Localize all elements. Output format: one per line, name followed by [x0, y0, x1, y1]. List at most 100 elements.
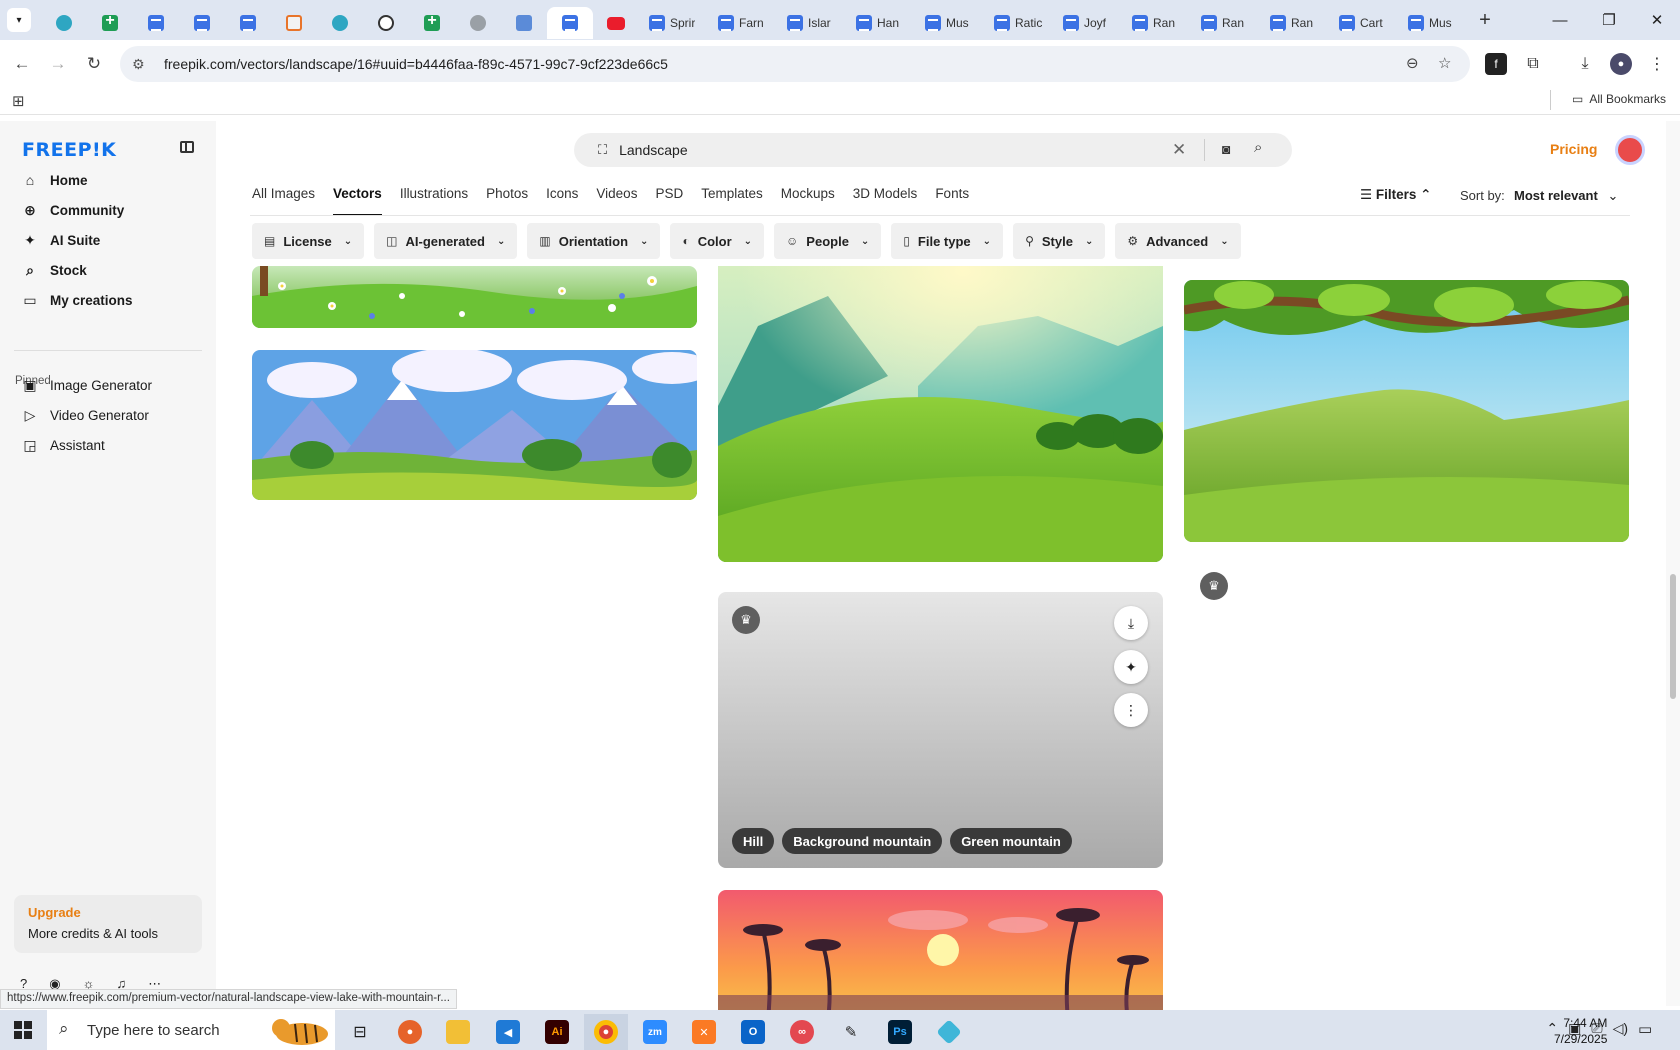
filter-file-type[interactable]: ▯ File type ⌄ — [891, 223, 1004, 259]
browser-tab[interactable] — [317, 7, 363, 39]
browser-tab[interactable]: Farn — [708, 7, 777, 39]
photoshop-icon[interactable]: Ps — [878, 1014, 922, 1050]
tab-psd[interactable]: PSD — [655, 186, 683, 216]
site-settings-icon[interactable]: ⚙ — [132, 56, 150, 73]
browser-tab[interactable] — [501, 7, 547, 39]
zoom-app-icon[interactable]: zm — [633, 1014, 677, 1050]
sidebar-item-my-creations[interactable]: ▭ My creations — [14, 285, 202, 315]
firefox-icon[interactable]: ● — [388, 1014, 432, 1050]
bookmark-star-icon[interactable]: ☆ — [1438, 54, 1451, 72]
image-card-loading-hovered[interactable]: ♛ ⤓ ✦ ⋮ Hill Background mountain Green mou… — [718, 592, 1163, 868]
vscode-icon[interactable]: ◀ — [486, 1014, 530, 1050]
image-card-flowers[interactable] — [252, 266, 697, 328]
illustrator-icon[interactable]: Ai — [535, 1014, 579, 1050]
minimize-icon[interactable]: — — [1537, 0, 1583, 40]
browser-tab[interactable] — [363, 7, 409, 39]
filter-license[interactable]: ▤ License ⌄ — [252, 223, 365, 259]
tab-3d-models[interactable]: 3D Models — [853, 186, 918, 216]
filter-style[interactable]: ⚲ Style ⌄ — [1013, 223, 1106, 259]
app-diamond-icon[interactable] — [927, 1014, 971, 1050]
browser-tab[interactable]: Han — [846, 7, 915, 39]
ai-search-mode-icon[interactable]: ⛶ — [598, 142, 607, 158]
windows-start-icon[interactable] — [14, 1021, 32, 1039]
close-window-icon[interactable]: ✕ — [1634, 0, 1680, 40]
address-bar[interactable]: ⚙ freepik.com/vectors/landscape/16#uuid=… — [120, 46, 1470, 82]
download-icon[interactable]: ⤓ — [1114, 606, 1148, 640]
collapse-sidebar-icon[interactable] — [180, 141, 194, 153]
reload-button[interactable]: ↻ — [82, 52, 106, 76]
browser-tab[interactable]: Cart — [1329, 7, 1398, 39]
camera-icon[interactable]: ◙ — [1222, 141, 1230, 157]
creative-cloud-icon[interactable]: ∞ — [780, 1014, 824, 1050]
search-icon[interactable]: ⌕ — [1254, 139, 1262, 156]
tab-all-images[interactable]: All Images — [252, 186, 315, 216]
filter-color[interactable]: ◐ Color ⌄ — [670, 223, 765, 259]
outlook-icon[interactable]: O — [731, 1014, 775, 1050]
browser-tab[interactable] — [547, 7, 593, 39]
file-explorer-icon[interactable] — [436, 1014, 480, 1050]
sidebar-item-assistant[interactable]: ◲ Assistant — [14, 430, 202, 460]
browser-tab[interactable]: Ran — [1191, 7, 1260, 39]
task-view-icon[interactable]: ⊟ — [338, 1014, 382, 1050]
filters-button[interactable]: ☰ Filters ⌃ — [1360, 187, 1431, 203]
profile-avatar[interactable]: ● — [1610, 53, 1632, 75]
clear-search-icon[interactable]: ✕ — [1172, 140, 1186, 160]
user-avatar[interactable] — [1615, 135, 1645, 165]
image-card-green-valley[interactable] — [718, 266, 1163, 562]
more-options-icon[interactable]: ⋮ — [1114, 693, 1148, 727]
ai-edit-icon[interactable]: ✦ — [1114, 650, 1148, 684]
pen-tool-icon[interactable]: ✎ — [829, 1014, 873, 1050]
zoom-icon[interactable]: ⊖ — [1406, 54, 1419, 72]
browser-tab[interactable] — [271, 7, 317, 39]
tab-illustrations[interactable]: Illustrations — [400, 186, 468, 216]
taskbar-search-box[interactable]: ⌕ Type here to search — [47, 1010, 335, 1050]
sidebar-item-image-generator[interactable]: ▣ Image Generator — [14, 370, 202, 400]
tag-chip[interactable]: Background mountain — [782, 828, 943, 854]
browser-tab[interactable]: Ran — [1260, 7, 1329, 39]
browser-tab[interactable] — [179, 7, 225, 39]
apps-grid-icon[interactable]: ⊞ — [12, 92, 25, 110]
extensions-puzzle-icon[interactable]: ⧉ — [1522, 53, 1544, 75]
all-bookmarks-button[interactable]: ▭ All Bookmarks — [1549, 90, 1666, 110]
browser-tab[interactable] — [133, 7, 179, 39]
xampp-icon[interactable]: ✕ — [682, 1014, 726, 1050]
browser-tab[interactable] — [225, 7, 271, 39]
tab-videos[interactable]: Videos — [596, 186, 637, 216]
browser-tab[interactable] — [87, 7, 133, 39]
tab-vectors[interactable]: Vectors — [333, 186, 382, 216]
browser-tab[interactable]: Ratic — [984, 7, 1053, 39]
filter-people[interactable]: ☺ People ⌄ — [774, 223, 882, 259]
url-text[interactable]: freepik.com/vectors/landscape/16#uuid=b4… — [164, 56, 668, 72]
volume-icon[interactable]: ◁) — [1613, 1020, 1628, 1037]
browser-tab[interactable]: Mus — [915, 7, 984, 39]
browser-tab[interactable]: Joyf — [1053, 7, 1122, 39]
sidebar-item-video-generator[interactable]: ▷ Video Generator — [14, 400, 202, 430]
system-clock[interactable]: 7:44 AM 7/29/2025 — [1554, 1015, 1607, 1047]
browser-tab[interactable]: Islar — [777, 7, 846, 39]
browser-tab[interactable] — [455, 7, 501, 39]
freepik-logo[interactable]: FREEP!K — [22, 139, 116, 161]
new-tab-button[interactable]: + — [1471, 6, 1499, 34]
sort-dropdown[interactable]: Most relevant ⌄ — [1514, 188, 1618, 204]
browser-tab[interactable]: Sprir — [639, 7, 708, 39]
extension-icon[interactable]: f — [1485, 53, 1507, 75]
back-button[interactable]: ← — [10, 52, 34, 76]
tab-fonts[interactable]: Fonts — [935, 186, 969, 216]
tag-chip[interactable]: Hill — [732, 828, 775, 854]
tab-photos[interactable]: Photos — [486, 186, 528, 216]
pricing-link[interactable]: Pricing — [1550, 141, 1597, 157]
tag-chip[interactable]: Green mountain — [950, 828, 1072, 854]
sidebar-item-stock[interactable]: ⌕ Stock — [14, 255, 202, 285]
filter-ai-generated[interactable]: ◫ AI-generated ⌄ — [374, 223, 518, 259]
tab-templates[interactable]: Templates — [701, 186, 763, 216]
search-bar[interactable]: ⛶ Landscape ✕ ◙ ⌕ — [574, 133, 1292, 167]
sidebar-item-community[interactable]: ⊕ Community — [14, 195, 202, 225]
tab-icons[interactable]: Icons — [546, 186, 578, 216]
sidebar-item-ai-suite[interactable]: ✦ AI Suite — [14, 225, 202, 255]
browser-menu-icon[interactable]: ⋮ — [1646, 53, 1668, 75]
restore-icon[interactable]: ❐ — [1586, 0, 1632, 40]
filter-advanced[interactable]: ⚙ Advanced ⌄ — [1115, 223, 1241, 259]
browser-tab[interactable] — [41, 7, 87, 39]
forward-button[interactable]: → — [46, 52, 70, 76]
scrollbar-thumb[interactable] — [1670, 574, 1676, 699]
